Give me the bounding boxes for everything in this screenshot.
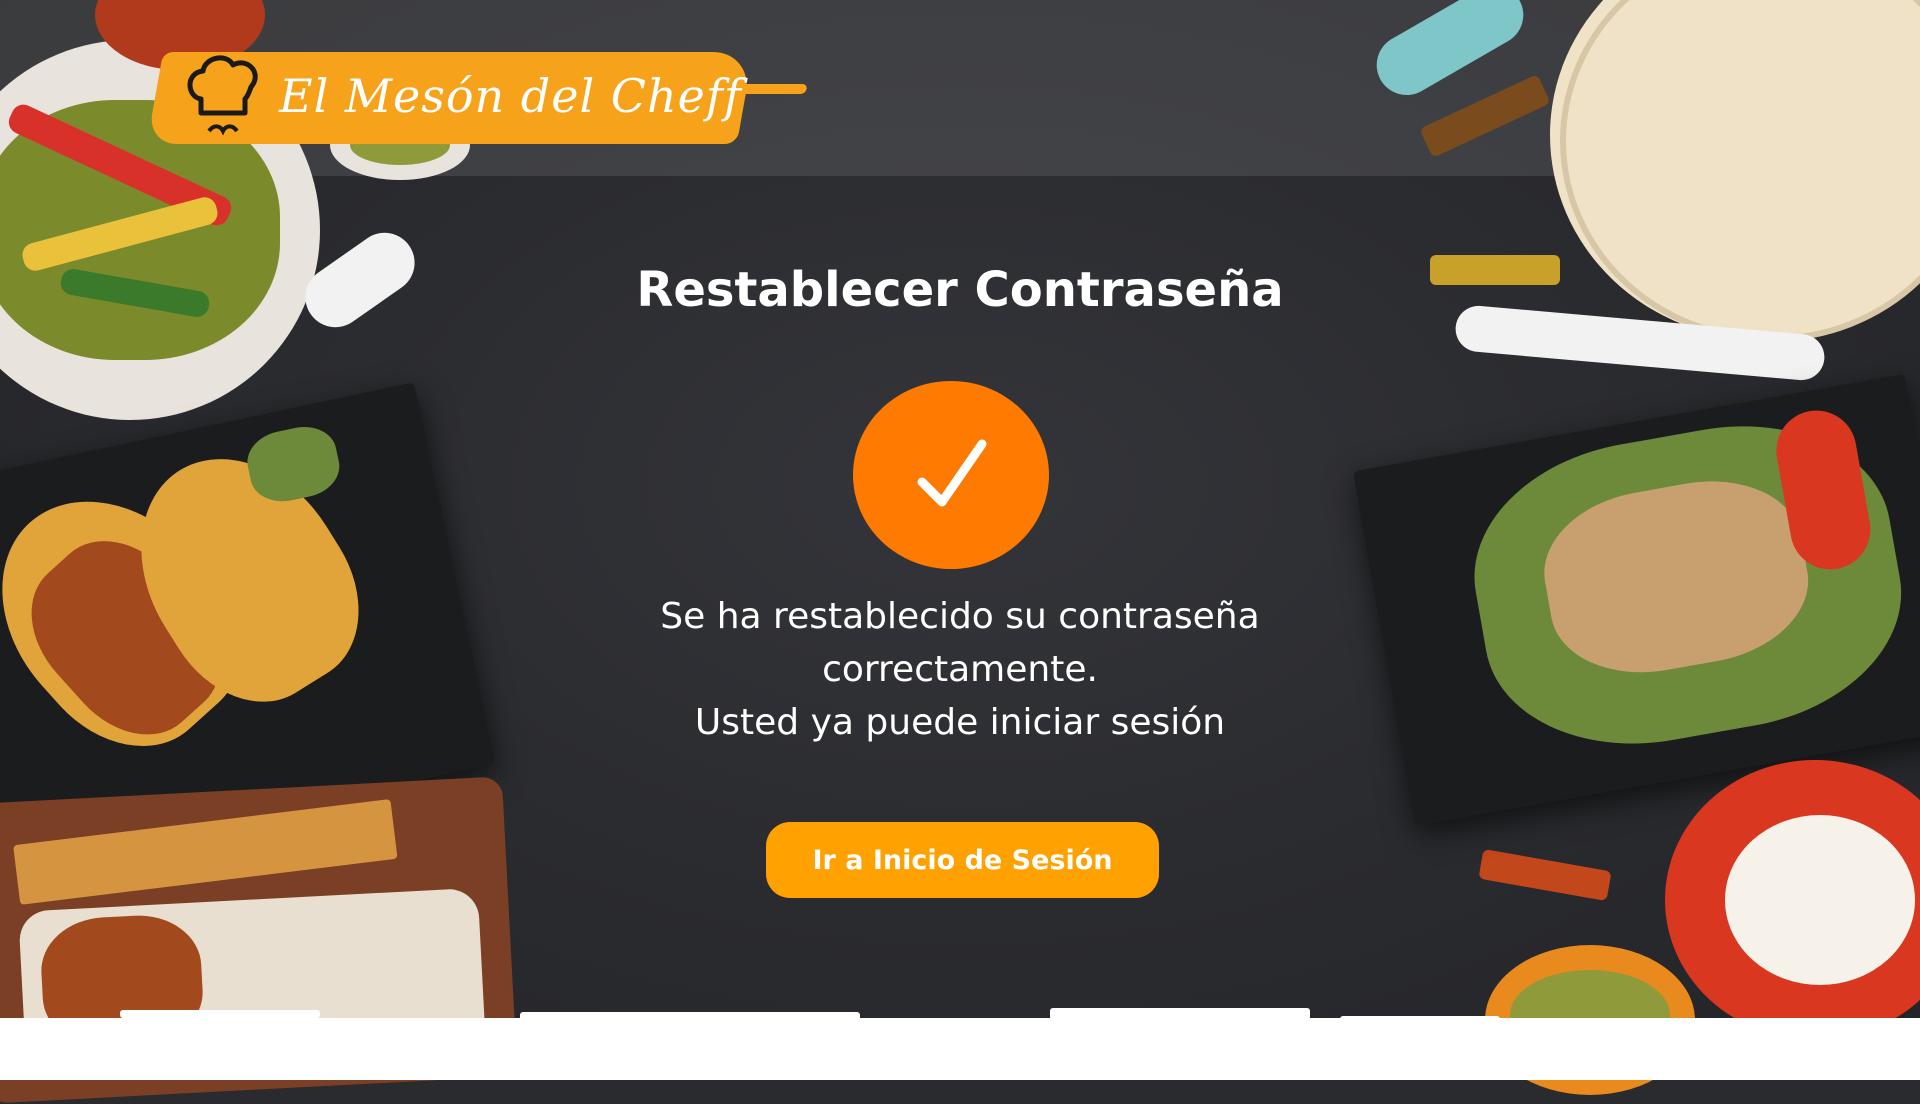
bottom-brush-stroke bbox=[0, 1018, 1920, 1080]
brush-edge bbox=[1340, 1016, 1500, 1022]
brush-edge bbox=[1050, 1008, 1310, 1020]
brush-edge bbox=[520, 1012, 860, 1022]
message-line-3: Usted ya puede iniciar sesión bbox=[694, 702, 1226, 743]
brand-name: El Mesón del Cheff bbox=[279, 69, 742, 123]
brush-edge bbox=[120, 1010, 320, 1018]
success-badge bbox=[853, 381, 1049, 569]
message-line-1: Se ha restablecido su contraseña bbox=[660, 596, 1260, 637]
check-icon bbox=[917, 439, 987, 507]
page-title: Restablecer Contraseña bbox=[636, 262, 1284, 318]
success-message: Se ha restablecido su contraseña correct… bbox=[560, 590, 1360, 749]
message-line-2: correctamente. bbox=[822, 649, 1098, 690]
brand-logo[interactable]: El Mesón del Cheff bbox=[146, 42, 775, 150]
chef-hat-icon bbox=[181, 50, 265, 142]
go-to-login-button[interactable]: Ir a Inicio de Sesión bbox=[766, 822, 1159, 898]
